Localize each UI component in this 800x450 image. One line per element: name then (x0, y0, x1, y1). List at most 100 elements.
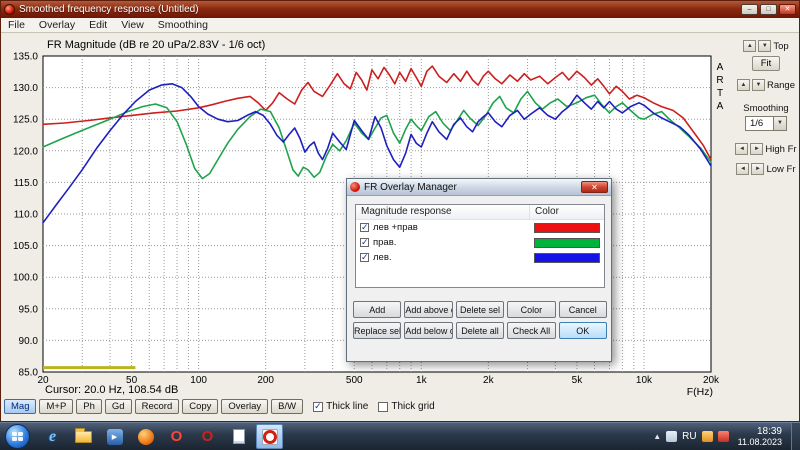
low-fr-right-button[interactable] (751, 163, 764, 175)
maximize-icon[interactable] (760, 4, 777, 15)
smoothing-select[interactable]: 1/6 (745, 116, 787, 131)
low-fr-left-button[interactable] (736, 163, 749, 175)
top-down-button[interactable] (758, 40, 771, 52)
thick-line-checkbox[interactable] (313, 402, 323, 412)
titlebar[interactable]: Smoothed frequency response (Untitled) (1, 1, 799, 18)
delete-all-button[interactable]: Delete all (456, 322, 504, 339)
overlay-item-label: лев +прав (373, 222, 534, 233)
thick-line-label: Thick line (326, 401, 368, 412)
media-player-icon[interactable] (101, 424, 128, 449)
check-all-button[interactable]: Check All (507, 322, 555, 339)
column-magnitude-response[interactable]: Magnitude response (356, 205, 530, 219)
thick-line-option[interactable]: Thick line (313, 401, 368, 412)
overlay-item[interactable]: лев +прав (356, 220, 604, 235)
firefox-glyph (138, 429, 154, 445)
ie-icon[interactable] (39, 424, 66, 449)
menu-view[interactable]: View (114, 19, 151, 31)
window-controls (741, 4, 796, 15)
record-button[interactable]: Record (135, 399, 180, 414)
thick-grid-checkbox[interactable] (378, 402, 388, 412)
bottom-toolbar: Mag M+P Ph Gd Record Copy Overlay B/W Th… (4, 399, 435, 414)
fr-overlay-manager-dialog: FR Overlay Manager Magnitude response Co… (346, 178, 612, 362)
document-icon[interactable] (225, 424, 252, 449)
svg-text:110.0: 110.0 (14, 210, 39, 221)
dialog-close-icon[interactable] (581, 181, 608, 193)
menu-overlay[interactable]: Overlay (32, 19, 82, 31)
overlay-button[interactable]: Overlay (221, 399, 268, 414)
color-button[interactable]: Color (507, 301, 555, 318)
menu-edit[interactable]: Edit (82, 19, 114, 31)
opera-glyph (171, 428, 183, 446)
dialog-buttons: Add Add above crs Delete sel Color Cance… (353, 301, 607, 339)
menu-smoothing[interactable]: Smoothing (151, 19, 215, 31)
tray-icon-1[interactable] (666, 431, 677, 442)
add-above-crs-button[interactable]: Add above crs (404, 301, 452, 318)
screen: Smoothed frequency response (Untitled) F… (0, 0, 800, 450)
gd-button[interactable]: Gd (105, 399, 132, 414)
svg-text:200: 200 (257, 375, 274, 386)
svg-text:20k: 20k (703, 375, 720, 386)
dialog-icon (350, 182, 360, 192)
top-label: Top (773, 41, 788, 52)
minimize-icon[interactable] (741, 4, 758, 15)
overlay-item[interactable]: прав. (356, 235, 604, 250)
show-desktop-button[interactable] (791, 423, 800, 450)
overlay-list[interactable]: Magnitude response Color лев +прав прав.л… (355, 204, 605, 288)
tray-icon-2[interactable] (702, 431, 713, 442)
hidden-icons-icon[interactable] (653, 432, 661, 441)
overlay-item-color-swatch (534, 223, 600, 233)
tray-icon-3[interactable] (718, 431, 729, 442)
dialog-titlebar[interactable]: FR Overlay Manager (347, 179, 611, 196)
svg-text:2k: 2k (483, 375, 495, 386)
copy-button[interactable]: Copy (182, 399, 218, 414)
clock-time: 18:39 (757, 426, 782, 438)
arta-taskbar-icon[interactable] (256, 424, 283, 449)
svg-text:135.0: 135.0 (13, 52, 38, 63)
column-color[interactable]: Color (530, 205, 604, 219)
taskbar-clock[interactable]: 18:39 11.08.2023 (738, 426, 782, 448)
firefox-icon[interactable] (132, 424, 159, 449)
bw-button[interactable]: B/W (271, 399, 303, 414)
mag-button[interactable]: Mag (4, 399, 36, 414)
clock-date: 11.08.2023 (738, 437, 782, 447)
cancel-button[interactable]: Cancel (559, 301, 607, 318)
overlay-item-checkbox[interactable] (360, 238, 369, 247)
svg-text:500: 500 (346, 375, 363, 386)
high-fr-label: High Fr (765, 144, 796, 155)
range-down-button[interactable] (752, 79, 765, 91)
svg-text:100: 100 (190, 375, 207, 386)
high-fr-left-button[interactable] (735, 143, 748, 155)
overlay-list-rows: лев +прав прав.лев. (356, 220, 604, 265)
ph-button[interactable]: Ph (76, 399, 102, 414)
m-plus-p-button[interactable]: M+P (39, 399, 73, 414)
fit-button[interactable]: Fit (752, 56, 781, 71)
svg-text:95.0: 95.0 (19, 304, 39, 315)
player-glyph (107, 429, 123, 445)
close-icon[interactable] (779, 4, 796, 15)
top-up-button[interactable] (743, 40, 756, 52)
overlay-item-color-swatch (534, 238, 600, 248)
opera-2-icon[interactable] (194, 424, 221, 449)
add-button[interactable]: Add (353, 301, 401, 318)
arta-glyph (262, 429, 278, 445)
add-below-crs-button[interactable]: Add below crs (404, 322, 452, 339)
start-button[interactable] (5, 424, 30, 449)
ok-button[interactable]: OK (559, 322, 607, 339)
replace-sel-button[interactable]: Replace sel (353, 322, 401, 339)
opera-icon[interactable] (163, 424, 190, 449)
folder-glyph (75, 431, 92, 443)
overlay-item[interactable]: лев. (356, 250, 604, 265)
explorer-icon[interactable] (70, 424, 97, 449)
svg-text:R: R (716, 75, 723, 86)
delete-sel-button[interactable]: Delete sel (456, 301, 504, 318)
thick-grid-option[interactable]: Thick grid (378, 401, 434, 412)
system-tray: RU 18:39 11.08.2023 (653, 423, 800, 450)
high-fr-right-button[interactable] (750, 143, 763, 155)
range-up-button[interactable] (737, 79, 750, 91)
client-area: FR Magnitude (dB re 20 uPa/2.83V - 1/6 o… (1, 33, 799, 421)
overlay-item-checkbox[interactable] (360, 223, 369, 232)
chevron-down-icon (773, 117, 786, 130)
overlay-item-checkbox[interactable] (360, 253, 369, 262)
language-indicator[interactable]: RU (682, 431, 696, 442)
menu-file[interactable]: File (1, 19, 32, 31)
